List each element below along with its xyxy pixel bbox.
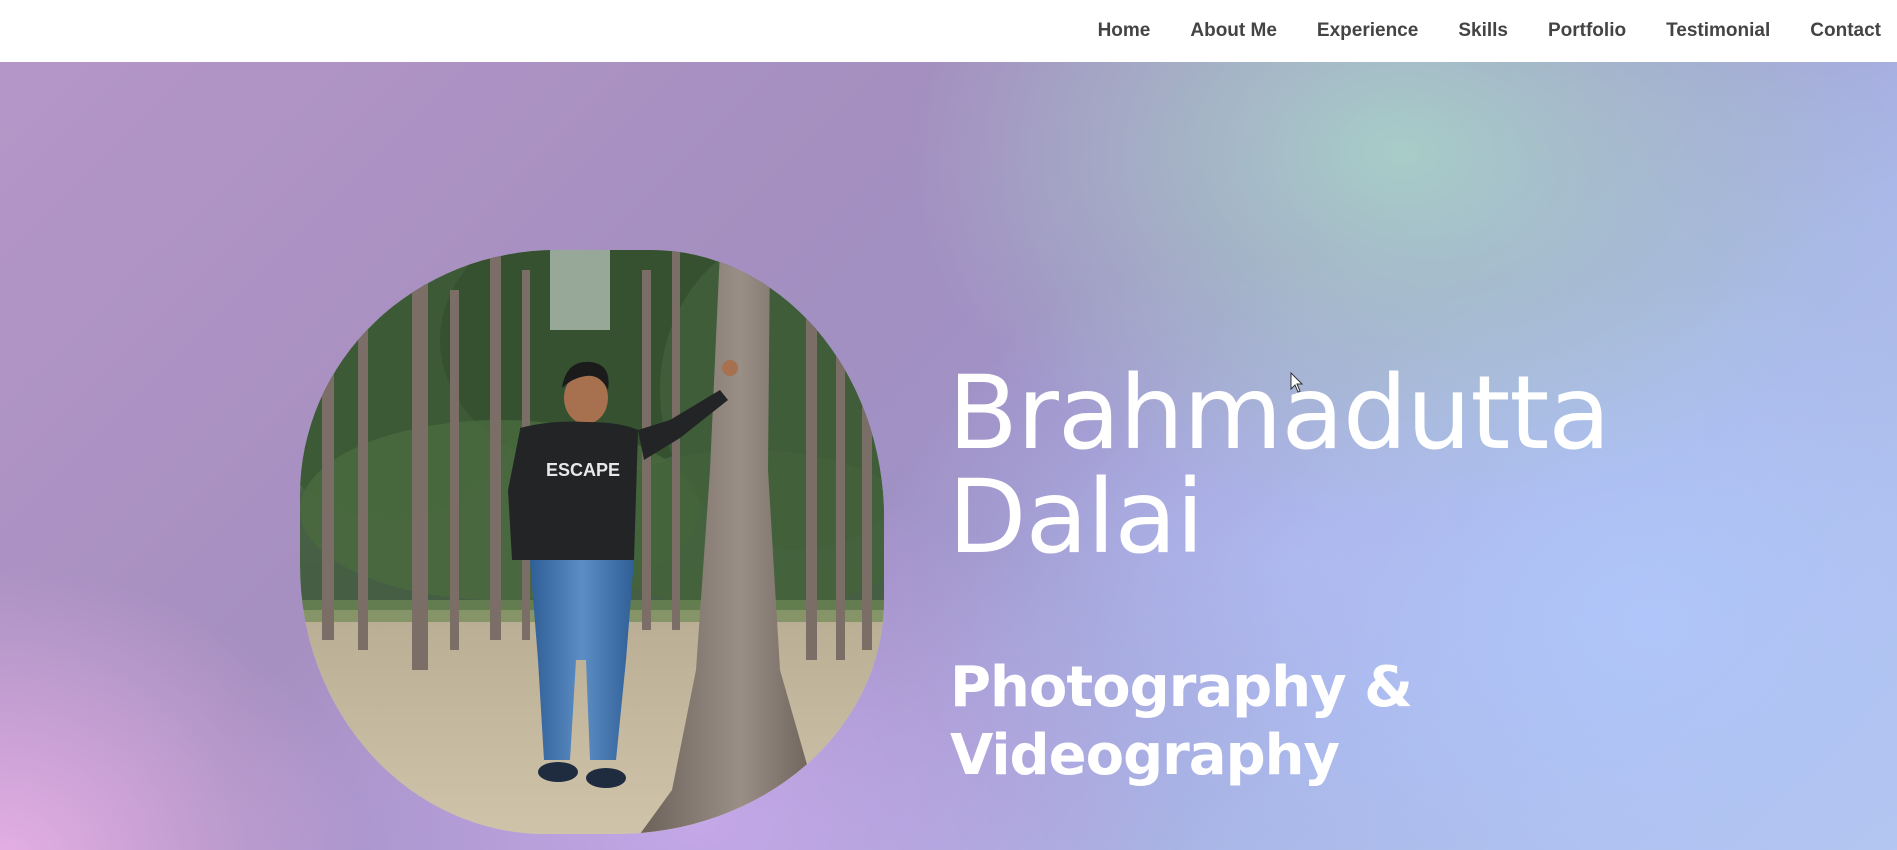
nav-home[interactable]: Home — [1098, 20, 1151, 42]
nav-about-me[interactable]: About Me — [1190, 20, 1277, 42]
hero-name: Brahmadutta Dalai — [948, 354, 1611, 577]
hero-section: ESCAPE Brahmadutta Dalai Photography & V… — [0, 62, 1897, 850]
nav-testimonial[interactable]: Testimonial — [1666, 20, 1770, 42]
shirt-text: ESCAPE — [546, 460, 620, 480]
hero-name-line2: Dalai — [948, 458, 1204, 577]
nav-portfolio[interactable]: Portfolio — [1548, 20, 1626, 42]
nav-experience[interactable]: Experience — [1317, 20, 1418, 42]
mouse-pointer-icon — [1290, 372, 1304, 393]
hero-subtitle: Photography & Videography — [950, 654, 1413, 790]
nav-contact[interactable]: Contact — [1810, 20, 1881, 42]
top-navbar: Home About Me Experience Skills Portfoli… — [0, 0, 1897, 62]
nav-skills[interactable]: Skills — [1458, 20, 1508, 42]
hero-subtitle-line2: Videography — [950, 723, 1340, 788]
profile-photo: ESCAPE — [300, 250, 884, 834]
hero-name-line1: Brahmadutta — [948, 354, 1611, 473]
hero-subtitle-line1: Photography & — [950, 655, 1413, 720]
